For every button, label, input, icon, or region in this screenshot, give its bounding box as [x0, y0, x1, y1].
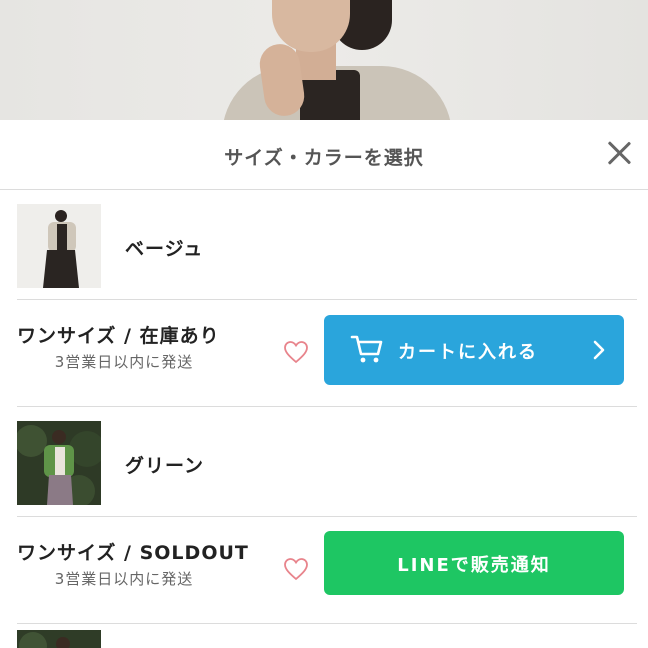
cart-icon [350, 335, 383, 363]
beige-thumbnail [17, 204, 101, 288]
color-row-beige: ベージュ [17, 190, 637, 300]
chevron-right-icon [593, 340, 605, 360]
close-icon[interactable] [604, 138, 634, 168]
color-name: ベージュ [125, 238, 204, 260]
line-notify-button[interactable]: LINEで販売通知 [324, 531, 624, 595]
shipping-label: 3営業日以内に発送 [54, 570, 194, 588]
add-to-cart-button[interactable]: カートに入れる [324, 315, 624, 385]
sheet-header: サイズ・カラーを選択 [0, 120, 648, 190]
product-photo [0, 0, 648, 122]
add-to-cart-label: カートに入れる [398, 342, 538, 363]
size-stock-label: ワンサイズ / SOLDOUT [17, 542, 249, 564]
heart-icon[interactable] [283, 340, 309, 364]
heart-icon[interactable] [283, 557, 309, 581]
next-color-thumbnail [17, 630, 101, 648]
color-name: グリーン [125, 455, 205, 477]
sheet-title: サイズ・カラーを選択 [224, 147, 424, 169]
size-stock-label: ワンサイズ / 在庫あり [17, 325, 220, 347]
green-thumbnail [17, 421, 101, 505]
size-row-green: ワンサイズ / SOLDOUT 3営業日以内に発送 LINEで販売通知 [17, 518, 637, 624]
shipping-label: 3営業日以内に発送 [54, 353, 194, 371]
size-row-beige: ワンサイズ / 在庫あり 3営業日以内に発送 カートに入れる [17, 301, 637, 407]
line-notify-label: LINEで販売通知 [397, 555, 551, 576]
color-row-green: グリーン [17, 407, 637, 517]
